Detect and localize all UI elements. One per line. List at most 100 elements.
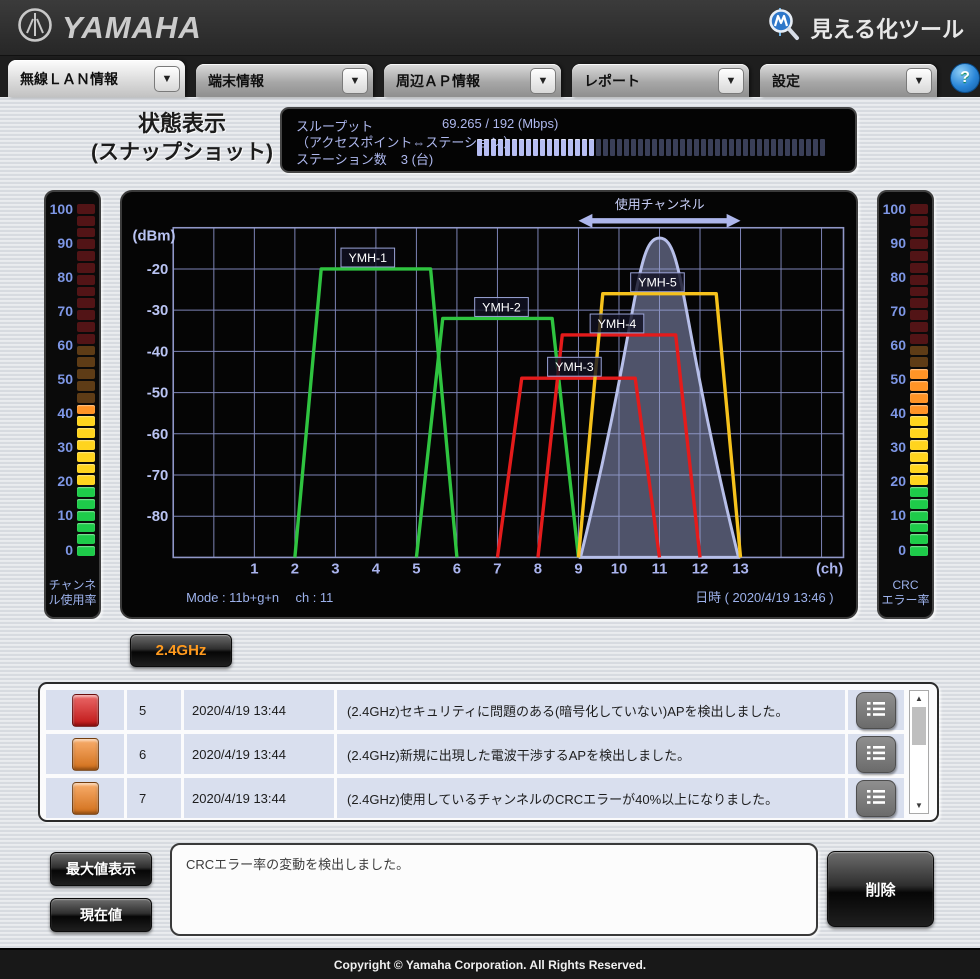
x-tick-label: 8 (534, 561, 542, 577)
x-tick-label: 10 (611, 561, 628, 577)
spectrum-chart: YMH-1YMH-2YMH-3YMH-4YMH-5123456789101112… (122, 192, 856, 617)
detail-cell (848, 690, 904, 730)
scrollbar-thumb[interactable] (912, 707, 926, 745)
meter-led-segment (77, 357, 95, 367)
ap-label: YMH-4 (598, 317, 637, 331)
throughput-bar-segment (813, 139, 818, 156)
x-tick-label: 6 (453, 561, 461, 577)
x-unit-label: (ch) (816, 561, 843, 577)
nav-tab[interactable]: レポート ▼ (572, 64, 749, 97)
meter-led-segment (910, 475, 928, 485)
alert-row[interactable]: 52020/4/19 13:44(2.4GHz)セキュリティに問題のある(暗号化… (46, 690, 904, 730)
throughput-bar-segment (519, 139, 524, 156)
throughput-bar-segment (582, 139, 587, 156)
meter-led-segment (910, 546, 928, 556)
scroll-down-arrow[interactable]: ▼ (910, 801, 928, 810)
max-value-button[interactable]: 最大値表示 (50, 852, 152, 886)
meter-led-segment (910, 275, 928, 285)
band-2-4ghz-button[interactable]: 2.4GHz (130, 634, 232, 667)
meter-scale-label: 40 (879, 405, 906, 421)
x-tick-label: 1 (250, 561, 258, 577)
alert-row[interactable]: 62020/4/19 13:44(2.4GHz)新規に出現した電波干渉するAPを… (46, 734, 904, 774)
alert-id: 7 (127, 778, 181, 818)
meter-led-segment (910, 204, 928, 214)
meter-scale-label: 90 (879, 235, 906, 251)
nav-tab-label: レポート (584, 71, 640, 91)
meter-led-segment (910, 381, 928, 391)
nav-tab[interactable]: 端末情報▼ (196, 64, 373, 97)
x-tick-label: 7 (493, 561, 501, 577)
y-tick-label: -70 (147, 468, 169, 484)
ap-label: YMH-2 (482, 300, 521, 314)
meter-led-segment (910, 322, 928, 332)
meter-led-segment (77, 228, 95, 238)
dropdown-arrow-button[interactable]: ▼ (906, 68, 932, 94)
y-tick-label: -80 (147, 509, 169, 525)
meter-led-segment (910, 440, 928, 450)
throughput-bar-segment (687, 139, 692, 156)
page-title-line2: (スナップショット) (62, 139, 302, 166)
nav-tab[interactable]: 周辺ＡＰ情報▼ (384, 64, 561, 97)
help-button[interactable]: ? (950, 63, 980, 93)
list-icon (866, 744, 886, 765)
throughput-bar-segment (477, 139, 482, 156)
yamaha-brand-text: YAMAHA (62, 10, 202, 46)
meter-led-segment (77, 263, 95, 273)
nav-tab[interactable]: 設定▼ (760, 64, 937, 97)
throughput-bar-segment (645, 139, 650, 156)
detail-button[interactable] (856, 692, 896, 729)
meter-scale-label: 40 (46, 405, 73, 421)
app-logo: 見える化ツール (766, 6, 964, 49)
scrollbar[interactable]: ▲ ▼ (909, 690, 929, 814)
meter-led-segment (910, 464, 928, 474)
meter-led-segment (77, 204, 95, 214)
alert-row[interactable]: 72020/4/19 13:44(2.4GHz)使用しているチャンネルのCRCエ… (46, 778, 904, 818)
meter-scale-label: 60 (46, 337, 73, 353)
dropdown-arrow-button[interactable]: ▼ (530, 68, 556, 94)
delete-button[interactable]: 削除 (827, 851, 934, 927)
meter-led-segment (77, 310, 95, 320)
meter-scale: 1009080706050403020100 (46, 204, 75, 556)
dropdown-arrow-button[interactable]: ▼ (154, 66, 180, 92)
meter-led-segment (77, 475, 95, 485)
meter-scale-label: 0 (46, 542, 73, 558)
meter-led-segment (910, 393, 928, 403)
meter-led-segment (77, 275, 95, 285)
throughput-bar-segment (659, 139, 664, 156)
severity-badge (72, 738, 99, 771)
meter-led-segment (77, 511, 95, 521)
chart-panel: YMH-1YMH-2YMH-3YMH-4YMH-5123456789101112… (120, 190, 858, 619)
alert-time: 2020/4/19 13:44 (184, 690, 334, 730)
meter-scale-label: 70 (879, 303, 906, 319)
meter-led-segment (77, 428, 95, 438)
dropdown-arrow-button[interactable]: ▼ (718, 68, 744, 94)
current-value-button[interactable]: 現在値 (50, 898, 152, 932)
detail-button[interactable] (856, 780, 896, 817)
meter-scale-label: 30 (879, 439, 906, 455)
x-tick-label: 11 (652, 561, 668, 577)
meter-led-segment (77, 251, 95, 261)
meter-led-segment (77, 534, 95, 544)
scroll-up-arrow[interactable]: ▲ (910, 694, 928, 703)
throughput-bar-segment (491, 139, 496, 156)
meter-scale: 1009080706050403020100 (879, 204, 908, 556)
meter-led-segment (77, 546, 95, 556)
alert-id: 5 (127, 690, 181, 730)
dropdown-arrow-button[interactable]: ▼ (342, 68, 368, 94)
throughput-bar-segment (820, 139, 825, 156)
meter-led-segment (77, 346, 95, 356)
nav-tab[interactable]: 無線ＬＡＮ情報▼ (8, 60, 185, 97)
detail-button[interactable] (856, 736, 896, 773)
list-icon (866, 700, 886, 721)
throughput-bar-segment (624, 139, 629, 156)
meter-scale-label: 10 (879, 507, 906, 523)
meter-scale-label: 60 (879, 337, 906, 353)
severity-badge (72, 694, 99, 727)
meter-led-segment (910, 310, 928, 320)
meter-led-segment (77, 440, 95, 450)
meter-led-segment (910, 369, 928, 379)
meter-led-segment (910, 298, 928, 308)
chart-generated: YMH-1YMH-2YMH-3YMH-4YMH-5123456789101112… (147, 214, 844, 577)
severity-cell (46, 778, 124, 818)
throughput-bar-segment (743, 139, 748, 156)
